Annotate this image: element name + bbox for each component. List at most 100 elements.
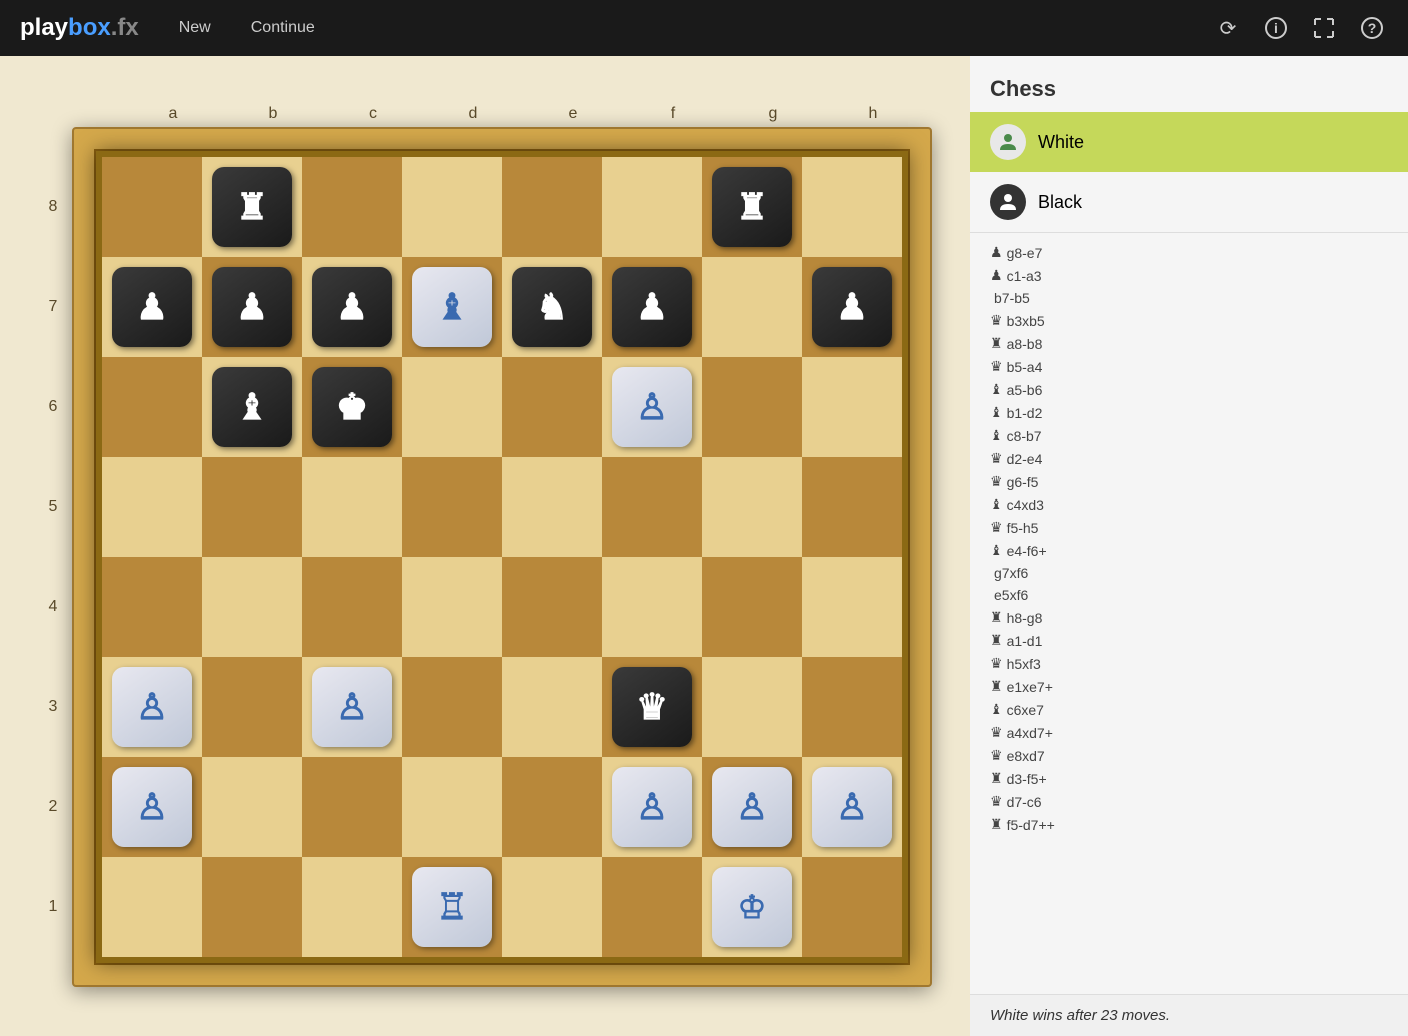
cell-a1[interactable] <box>102 857 202 957</box>
cell-b2[interactable] <box>202 757 302 857</box>
fullscreen-icon[interactable] <box>1308 12 1340 44</box>
help-icon[interactable]: ? <box>1356 12 1388 44</box>
move-icon-4: ♜ <box>990 335 1003 352</box>
piece-a7-pawn[interactable]: ♟ <box>112 267 192 347</box>
cell-c8[interactable] <box>302 157 402 257</box>
cell-f6[interactable]: ♙ <box>602 357 702 457</box>
cell-d3[interactable] <box>402 657 502 757</box>
piece-e7-knight[interactable]: ♞ <box>512 267 592 347</box>
cell-c7[interactable]: ♟ <box>302 257 402 357</box>
cell-f7[interactable]: ♟ <box>602 257 702 357</box>
cell-h1[interactable] <box>802 857 902 957</box>
piece-f3-queen[interactable]: ♛ <box>612 667 692 747</box>
player-black-row[interactable]: Black <box>970 172 1408 233</box>
cell-e2[interactable] <box>502 757 602 857</box>
piece-h7-pawn[interactable]: ♟ <box>812 267 892 347</box>
moves-list[interactable]: ♟g8-e7♟c1-a3b7-b5♛b3xb5♜a8-b8♛b5-a4♝a5-b… <box>970 233 1408 994</box>
cell-a2[interactable]: ♙ <box>102 757 202 857</box>
cell-c5[interactable] <box>302 457 402 557</box>
cell-e8[interactable] <box>502 157 602 257</box>
cell-f3[interactable]: ♛ <box>602 657 702 757</box>
cell-f1[interactable] <box>602 857 702 957</box>
cell-g7[interactable] <box>702 257 802 357</box>
cell-d4[interactable] <box>402 557 502 657</box>
piece-g8-rook[interactable]: ♜ <box>712 167 792 247</box>
cell-e1[interactable] <box>502 857 602 957</box>
cell-g1[interactable]: ♔ <box>702 857 802 957</box>
piece-c7-pawn[interactable]: ♟ <box>312 267 392 347</box>
cell-f2[interactable]: ♙ <box>602 757 702 857</box>
column-labels: a b c d e f g h <box>87 105 923 123</box>
cell-e3[interactable] <box>502 657 602 757</box>
piece-d7-bishop[interactable]: ♝ <box>412 267 492 347</box>
cell-a8[interactable] <box>102 157 202 257</box>
cell-g4[interactable] <box>702 557 802 657</box>
cell-b5[interactable] <box>202 457 302 557</box>
refresh-icon[interactable]: ⟳ <box>1212 12 1244 44</box>
board-area: a b c d e f g h 8 7 6 5 4 3 2 1 <box>0 56 970 1036</box>
piece-a2-pawn[interactable]: ♙ <box>112 767 192 847</box>
cell-a3[interactable]: ♙ <box>102 657 202 757</box>
cell-b4[interactable] <box>202 557 302 657</box>
player-white-row[interactable]: White <box>970 112 1408 172</box>
piece-a3-pawn[interactable]: ♙ <box>112 667 192 747</box>
piece-f2-pawn[interactable]: ♙ <box>612 767 692 847</box>
cell-b6[interactable]: ♝ <box>202 357 302 457</box>
cell-b3[interactable] <box>202 657 302 757</box>
cell-c1[interactable] <box>302 857 402 957</box>
cell-a7[interactable]: ♟ <box>102 257 202 357</box>
cell-d6[interactable] <box>402 357 502 457</box>
piece-d1-rook[interactable]: ♖ <box>412 867 492 947</box>
cell-c4[interactable] <box>302 557 402 657</box>
cell-e6[interactable] <box>502 357 602 457</box>
piece-f6-pawn[interactable]: ♙ <box>612 367 692 447</box>
cell-c2[interactable] <box>302 757 402 857</box>
white-player-name: White <box>1038 132 1084 153</box>
cell-b7[interactable]: ♟ <box>202 257 302 357</box>
cell-h5[interactable] <box>802 457 902 557</box>
cell-c3[interactable]: ♙ <box>302 657 402 757</box>
piece-c3-pawn[interactable]: ♙ <box>312 667 392 747</box>
cell-g3[interactable] <box>702 657 802 757</box>
move-text-10: g6-f5 <box>1007 474 1039 490</box>
piece-b7-pawn[interactable]: ♟ <box>212 267 292 347</box>
piece-b6-bishop[interactable]: ♝ <box>212 367 292 447</box>
cell-e5[interactable] <box>502 457 602 557</box>
cell-e4[interactable] <box>502 557 602 657</box>
info-icon[interactable]: i <box>1260 12 1292 44</box>
cell-h2[interactable]: ♙ <box>802 757 902 857</box>
cell-g8[interactable]: ♜ <box>702 157 802 257</box>
cell-d2[interactable] <box>402 757 502 857</box>
cell-e7[interactable]: ♞ <box>502 257 602 357</box>
cell-a5[interactable] <box>102 457 202 557</box>
cell-c6[interactable]: ♚ <box>302 357 402 457</box>
cell-h8[interactable] <box>802 157 902 257</box>
new-button[interactable]: New <box>169 13 221 43</box>
piece-g2-pawn[interactable]: ♙ <box>712 767 792 847</box>
cell-d5[interactable] <box>402 457 502 557</box>
cell-b1[interactable] <box>202 857 302 957</box>
piece-b8-rook[interactable]: ♜ <box>212 167 292 247</box>
piece-f7-pawn[interactable]: ♟ <box>612 267 692 347</box>
cell-h7[interactable]: ♟ <box>802 257 902 357</box>
cell-f5[interactable] <box>602 457 702 557</box>
piece-g1-king[interactable]: ♔ <box>712 867 792 947</box>
cell-f4[interactable] <box>602 557 702 657</box>
piece-h2-pawn[interactable]: ♙ <box>812 767 892 847</box>
piece-c6-king[interactable]: ♚ <box>312 367 392 447</box>
cell-g5[interactable] <box>702 457 802 557</box>
cell-d7[interactable]: ♝ <box>402 257 502 357</box>
cell-a6[interactable] <box>102 357 202 457</box>
continue-button[interactable]: Continue <box>241 13 325 43</box>
cell-h3[interactable] <box>802 657 902 757</box>
cell-g6[interactable] <box>702 357 802 457</box>
cell-g2[interactable]: ♙ <box>702 757 802 857</box>
cell-d1[interactable]: ♖ <box>402 857 502 957</box>
cell-f8[interactable] <box>602 157 702 257</box>
cell-b8[interactable]: ♜ <box>202 157 302 257</box>
cell-h4[interactable] <box>802 557 902 657</box>
chess-board[interactable]: ♜ ♜ ♟ <box>96 151 908 963</box>
cell-a4[interactable] <box>102 557 202 657</box>
cell-d8[interactable] <box>402 157 502 257</box>
cell-h6[interactable] <box>802 357 902 457</box>
